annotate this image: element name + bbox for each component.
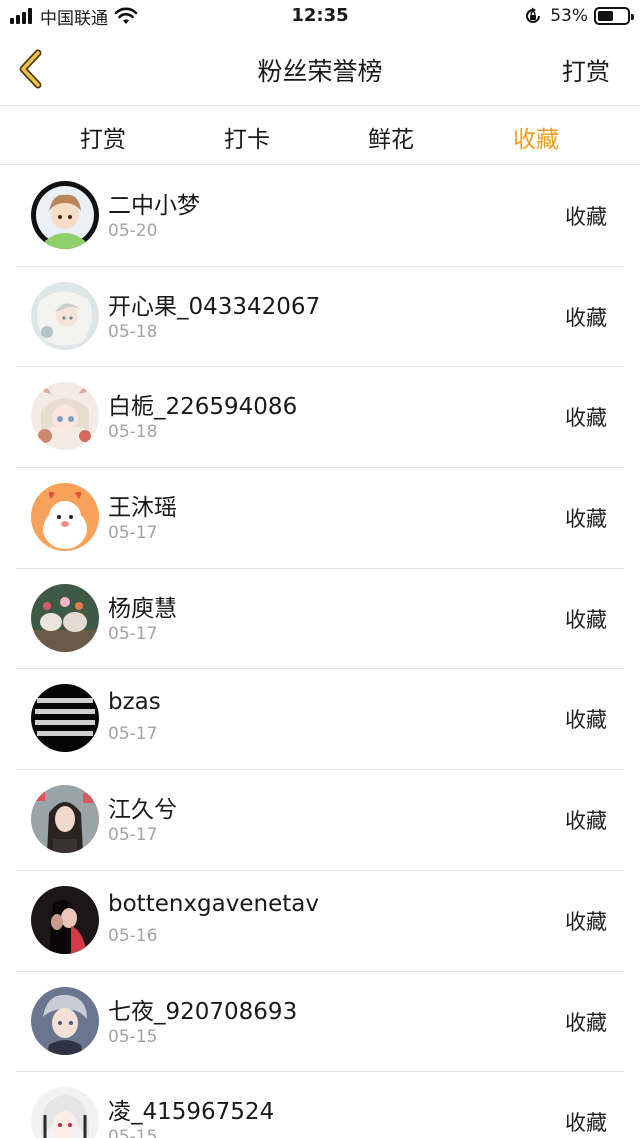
page-title: 粉丝荣誉榜	[257, 57, 383, 86]
list-item[interactable]: 江久兮 05-17 收藏	[16, 770, 624, 871]
fan-action-label: 收藏	[565, 205, 607, 229]
list-item[interactable]: 七夜_920708693 05-15 收藏	[16, 972, 624, 1073]
tab-checkin[interactable]: 打卡	[187, 120, 307, 154]
fan-date: 05-20	[108, 221, 158, 241]
fan-name: 二中小梦	[108, 193, 200, 219]
fan-action-label: 收藏	[565, 708, 607, 733]
list-item[interactable]: 王沐瑶 05-17 收藏	[16, 468, 624, 569]
fan-date: 05-15	[108, 1127, 158, 1138]
fan-name: 七夜_920708693	[108, 998, 298, 1025]
fan-date: 05-16	[108, 925, 158, 946]
avatar[interactable]	[31, 684, 99, 753]
fan-name: 白栀_226594086	[108, 394, 298, 421]
status-bar: 中国联通 12:35 53%	[0, 0, 640, 34]
fan-action-label: 收藏	[565, 909, 607, 934]
fan-action-label: 收藏	[565, 809, 607, 834]
battery-fill	[598, 11, 613, 21]
fan-name: 江久兮	[108, 797, 177, 824]
list-item[interactable]: 开心果_043342067 05-18 收藏	[16, 267, 624, 368]
fan-date: 05-17	[108, 724, 158, 745]
fan-name: 凌_415967524	[108, 1099, 275, 1126]
fan-name: 王沐瑶	[108, 495, 177, 522]
fan-list: 二中小梦 05-20 收藏 开心果_043342067 05-18 收藏 白栀_…	[16, 166, 624, 1138]
battery-percent: 53%	[550, 6, 588, 26]
tab-bar: 打赏 打卡 鲜花 收藏	[0, 106, 640, 165]
fan-name: 杨庾慧	[108, 595, 177, 622]
fan-action-label: 收藏	[565, 1111, 607, 1136]
reward-button[interactable]: 打赏	[562, 52, 610, 87]
nav-bar: 粉丝荣誉榜 打赏	[0, 34, 640, 106]
fan-name: bottenxgavenetav	[108, 890, 319, 917]
list-item[interactable]: 杨庾慧 05-17 收藏	[16, 569, 624, 670]
fan-date: 05-17	[108, 825, 158, 846]
list-item[interactable]: bzas 05-17 收藏	[16, 669, 624, 771]
fan-date: 05-17	[108, 623, 158, 644]
avatar[interactable]	[31, 281, 99, 350]
avatar[interactable]	[31, 382, 99, 451]
list-item[interactable]: bottenxgavenetav 05-16 收藏	[16, 871, 624, 972]
fan-date: 05-18	[108, 321, 158, 342]
avatar[interactable]	[31, 1087, 99, 1138]
avatar[interactable]	[31, 483, 99, 552]
tab-favorites[interactable]: 收藏	[476, 120, 596, 154]
fan-action-label: 收藏	[565, 406, 607, 431]
fan-action-label: 收藏	[565, 607, 607, 632]
fan-name: 开心果_043342067	[108, 293, 321, 320]
list-item[interactable]: 白栀_226594086 05-18 收藏	[16, 367, 624, 469]
fan-date: 05-17	[108, 523, 158, 544]
fan-name: bzas	[108, 689, 161, 716]
status-right: 53%	[524, 5, 634, 27]
avatar[interactable]	[31, 785, 99, 854]
list-item[interactable]: 二中小梦 05-20 收藏	[16, 166, 624, 267]
fan-date: 05-15	[108, 1026, 158, 1047]
avatar[interactable]	[31, 885, 99, 954]
orientation-lock-icon	[526, 7, 541, 23]
tab-flowers[interactable]: 鲜花	[331, 120, 451, 154]
battery-icon	[594, 7, 634, 25]
fan-action-label: 收藏	[565, 1010, 607, 1035]
avatar[interactable]	[31, 583, 99, 652]
fan-action-label: 收藏	[565, 507, 607, 532]
fan-date: 05-18	[108, 422, 158, 443]
avatar[interactable]	[31, 986, 99, 1055]
avatar[interactable]	[31, 181, 99, 249]
fan-action-label: 收藏	[565, 305, 607, 330]
tab-reward[interactable]: 打赏	[43, 120, 163, 154]
list-item[interactable]: 凌_415967524 05-15 收藏	[16, 1072, 624, 1138]
